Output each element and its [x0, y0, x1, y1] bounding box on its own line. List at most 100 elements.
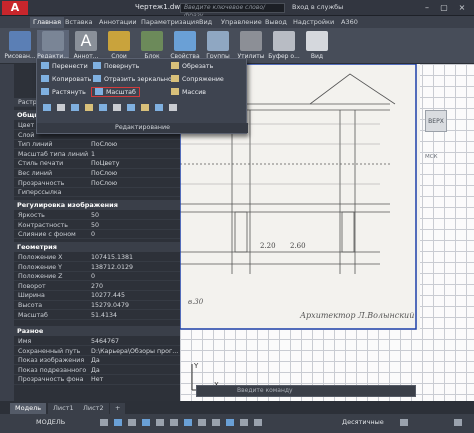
- property-value[interactable]: 15279.0479: [91, 301, 129, 310]
- property-value[interactable]: ПоЦвету: [91, 159, 119, 168]
- viewcube[interactable]: ВЕРХ: [425, 110, 447, 132]
- array-item[interactable]: Массив: [171, 88, 206, 98]
- tab-insert[interactable]: Вставка: [62, 17, 96, 28]
- view-button[interactable]: Вид: [301, 30, 333, 62]
- extra-tools-row[interactable]: [41, 103, 241, 113]
- property-row[interactable]: Тип линий ПоСлою: [14, 140, 180, 150]
- property-value[interactable]: 0: [91, 230, 95, 239]
- draw-button[interactable]: Рисован...: [4, 30, 36, 62]
- wcs-label[interactable]: МСК: [425, 154, 438, 160]
- clipboard-icon: [273, 31, 295, 51]
- minimize-button[interactable]: –: [420, 1, 434, 14]
- property-row[interactable]: Поворот 270: [14, 282, 180, 291]
- section-misc[interactable]: Разное: [14, 326, 180, 336]
- property-key: Показ подрезанного: [18, 366, 87, 374]
- property-row[interactable]: Прозрачность фона Нет: [14, 375, 180, 385]
- property-key: Ширина: [18, 292, 45, 300]
- model-space-button[interactable]: МОДЕЛЬ: [36, 418, 65, 426]
- status-bar-toggles[interactable]: [100, 418, 470, 428]
- property-row[interactable]: Масштаб 51.4134: [14, 311, 180, 320]
- autocad-logo-icon[interactable]: A: [2, 1, 28, 15]
- draw-icon: [9, 31, 31, 51]
- property-key: Слияние с фоном: [18, 231, 76, 239]
- property-row[interactable]: Стиль печати ПоЦвету: [14, 159, 180, 169]
- property-key: Контрастность: [18, 221, 68, 229]
- move-item[interactable]: Перенести: [41, 62, 88, 72]
- maximize-button[interactable]: ▢: [437, 1, 451, 14]
- property-value[interactable]: 0: [91, 272, 95, 281]
- property-row[interactable]: Показ изображения Да: [14, 356, 180, 366]
- property-key: Положение Y: [18, 263, 62, 271]
- property-value[interactable]: Да: [91, 356, 100, 365]
- tab-model[interactable]: Модель: [10, 403, 47, 414]
- scale-item[interactable]: Масштаб: [91, 87, 140, 97]
- property-value[interactable]: D:\Карьера\Обзоры прог...: [91, 347, 178, 356]
- property-value[interactable]: 5464767: [91, 337, 119, 346]
- property-value[interactable]: Да: [91, 366, 100, 375]
- copy-item[interactable]: Копировать: [41, 75, 91, 85]
- tab-a360[interactable]: A360: [338, 17, 361, 28]
- tab-sheet2[interactable]: Лист2: [78, 403, 109, 414]
- extra-tools-icons: [43, 104, 177, 111]
- tab-manage[interactable]: Управление: [218, 17, 265, 28]
- command-input[interactable]: Введите команду: [196, 385, 416, 397]
- property-value[interactable]: 10277.445: [91, 291, 125, 300]
- tab-output[interactable]: Вывод: [262, 17, 290, 28]
- property-row[interactable]: Яркость 50: [14, 211, 180, 221]
- section-image-adjust[interactable]: Регулировка изображения: [14, 200, 180, 210]
- property-value[interactable]: 107415.1381: [91, 253, 133, 262]
- tab-addins[interactable]: Надстройки: [290, 17, 337, 28]
- clipboard-button[interactable]: Буфер о...: [268, 30, 300, 62]
- property-value[interactable]: 50: [91, 221, 99, 230]
- tab-sheet1[interactable]: Лист1: [48, 403, 79, 414]
- tab-home[interactable]: Главная: [30, 17, 65, 28]
- property-value[interactable]: ПоСлою: [91, 179, 117, 188]
- fillet-item[interactable]: Сопряжение: [171, 75, 224, 85]
- add-layout-button[interactable]: +: [110, 403, 126, 414]
- property-row[interactable]: Масштаб типа линий 1: [14, 150, 180, 159]
- property-row[interactable]: Имя 5464767: [14, 337, 180, 347]
- stretch-icon: [41, 88, 49, 95]
- property-row[interactable]: Положение Y 138712.0129: [14, 263, 180, 272]
- tab-annotate[interactable]: Аннотации: [96, 17, 140, 28]
- dimension-label-2: 2.60: [290, 242, 306, 250]
- move-icon: [41, 62, 49, 69]
- tab-parametric[interactable]: Параметризация: [138, 17, 202, 28]
- property-row[interactable]: Вес линий ПоСлою: [14, 169, 180, 179]
- search-input[interactable]: Введите ключевое слово/фразу: [180, 3, 285, 19]
- trim-item[interactable]: Обрезать: [171, 62, 213, 72]
- property-value[interactable]: ПоСлою: [91, 169, 117, 178]
- property-row[interactable]: Положение X 107415.1381: [14, 253, 180, 263]
- rotate-item[interactable]: Повернуть: [93, 62, 139, 72]
- property-row[interactable]: Показ подрезанного Да: [14, 366, 180, 375]
- property-row[interactable]: Сохраненный путь D:\Карьера\Обзоры прог..…: [14, 347, 180, 356]
- scale-icon: [95, 88, 103, 95]
- mirror-item[interactable]: Отразить зеркально: [93, 75, 172, 85]
- property-row[interactable]: Контрастность 50: [14, 221, 180, 230]
- stretch-item[interactable]: Растянуть: [41, 88, 86, 98]
- tab-view[interactable]: Вид: [196, 17, 215, 28]
- property-row[interactable]: Гиперссылка: [14, 188, 180, 198]
- property-value[interactable]: 270: [91, 282, 103, 291]
- modify-dropdown: Перенести Копировать Растянуть Повернуть…: [36, 58, 248, 134]
- title-bar: A Чертеж1.dwg Введите ключевое слово/фра…: [0, 0, 474, 19]
- units-selector[interactable]: Десятичные: [342, 418, 384, 426]
- property-row[interactable]: Положение Z 0: [14, 272, 180, 282]
- close-button[interactable]: ×: [455, 1, 469, 14]
- palette-titlebar[interactable]: [0, 64, 14, 401]
- property-row[interactable]: Высота 15279.0479: [14, 301, 180, 311]
- property-row[interactable]: Ширина 10277.445: [14, 291, 180, 301]
- property-row[interactable]: Слияние с фоном 0: [14, 230, 180, 240]
- property-key: Масштаб: [18, 311, 48, 319]
- property-row[interactable]: Прозрачность ПоСлою: [14, 179, 180, 188]
- property-value[interactable]: 50: [91, 211, 99, 220]
- property-value[interactable]: 1: [91, 150, 95, 159]
- property-value[interactable]: ПоСлою: [91, 140, 117, 149]
- section-geometry[interactable]: Геометрия: [14, 242, 180, 252]
- property-value[interactable]: 51.4134: [91, 311, 117, 320]
- groups-icon: [207, 31, 229, 51]
- signin-button[interactable]: Вход в службы: [292, 3, 343, 11]
- property-value[interactable]: Нет: [91, 375, 103, 384]
- property-value[interactable]: 138712.0129: [91, 263, 133, 272]
- modify-panel-title[interactable]: Редактирование: [37, 123, 248, 133]
